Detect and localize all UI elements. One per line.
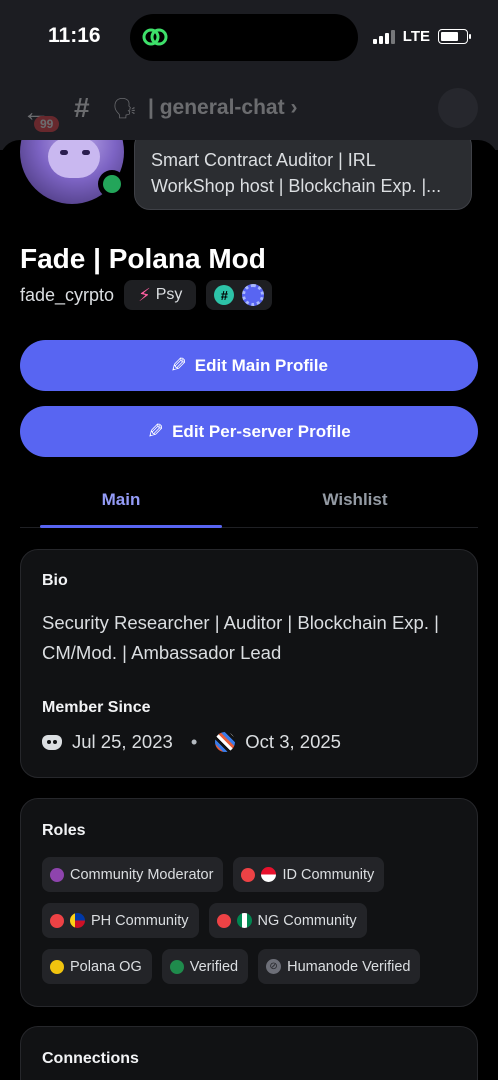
server-tag[interactable]: ⚡ Psy xyxy=(124,280,197,310)
bio-title: Bio xyxy=(42,572,68,589)
role-label: Polana OG xyxy=(70,958,142,975)
role-pill[interactable]: Community Moderator xyxy=(42,857,224,892)
edit-per-server-profile-button[interactable]: ✎ Edit Per-server Profile xyxy=(20,406,478,457)
active-tab-indicator xyxy=(40,525,222,528)
status-indicators: LTE xyxy=(372,28,471,45)
channel-name[interactable]: | general-chat › xyxy=(148,96,297,120)
tab-main[interactable]: Main xyxy=(20,490,222,510)
role-color-dot xyxy=(50,959,64,974)
link-activity-icon xyxy=(142,28,168,46)
profile-badges[interactable]: # xyxy=(206,280,273,310)
signal-icon xyxy=(372,29,395,44)
battery-icon xyxy=(438,29,471,44)
role-color-dot xyxy=(50,867,64,882)
server-tag-label: Psy xyxy=(155,286,183,303)
role-label: PH Community xyxy=(91,912,189,929)
bio-text: Security Researcher | Auditor | Blockcha… xyxy=(42,612,439,663)
discord-join-date: Jul 25, 2023 xyxy=(72,731,173,752)
profile-tabs: Main Wishlist xyxy=(20,476,478,528)
roles-title: Roles xyxy=(42,822,86,839)
role-pill[interactable]: PH Community xyxy=(42,903,199,938)
member-since-row: Jul 25, 2023 • Oct 3, 2025 xyxy=(42,731,341,753)
server-icon xyxy=(215,732,236,752)
role-label: Verified xyxy=(189,958,239,975)
edit-main-profile-button[interactable]: ✎ Edit Main Profile xyxy=(20,340,478,391)
nigeria-flag-icon xyxy=(236,913,252,928)
connections-title: Connections xyxy=(42,1050,139,1067)
role-color-dot xyxy=(169,959,184,974)
unread-badge: 99 xyxy=(34,116,60,132)
edit-per-server-profile-label: Edit Per-server Profile xyxy=(172,421,351,441)
role-pill[interactable]: Polana OG xyxy=(42,949,152,984)
gear-badge-icon[interactable] xyxy=(242,284,265,306)
humanode-icon: ⊘ xyxy=(266,959,282,974)
tab-wishlist[interactable]: Wishlist xyxy=(254,490,456,510)
display-name: Fade | Polana Mod xyxy=(20,243,266,274)
about-preview-bubble[interactable]: Smart Contract Auditor | IRL WorkShop ho… xyxy=(134,140,472,210)
lightning-icon: ⚡ xyxy=(138,284,151,305)
network-label: LTE xyxy=(402,28,430,45)
role-color-dot xyxy=(241,867,256,882)
server-join-date: Oct 3, 2025 xyxy=(245,731,341,752)
discord-icon xyxy=(42,734,62,750)
role-pill[interactable]: ⊘ Humanode Verified xyxy=(258,949,421,984)
role-pill[interactable]: NG Community xyxy=(208,903,367,938)
role-label: NG Community xyxy=(257,912,357,929)
roles-list: Community Moderator ID Community PH Comm… xyxy=(42,857,462,984)
role-label: Community Moderator xyxy=(70,866,214,883)
about-preview-line: WorkShop host | Blockchain Exp. |... xyxy=(151,176,442,196)
member-since-title: Member Since xyxy=(42,699,151,716)
role-pill[interactable]: ID Community xyxy=(233,857,385,892)
status-bar: 11:16 LTE ← 99 # 🗣 | general-chat › xyxy=(0,0,498,150)
username[interactable]: fade_cyrpto xyxy=(20,285,114,306)
pencil-icon: ✎ xyxy=(170,355,187,377)
role-label: Humanode Verified xyxy=(287,958,411,975)
status-time: 11:16 xyxy=(48,24,101,47)
search-icon[interactable] xyxy=(438,88,478,128)
chat-header: ← 99 # 🗣 | general-chat › xyxy=(0,88,498,132)
role-pill[interactable]: Verified xyxy=(161,949,249,984)
roles-card: Roles Community Moderator ID Community P… xyxy=(20,798,478,1007)
username-row: fade_cyrpto ⚡ Psy # xyxy=(20,280,273,310)
bio-card: Bio Security Researcher | Auditor | Bloc… xyxy=(20,549,478,778)
role-label: ID Community xyxy=(282,866,375,883)
profile-sheet: Smart Contract Auditor | IRL WorkShop ho… xyxy=(0,140,498,1080)
hash-badge-icon[interactable]: # xyxy=(214,285,235,305)
role-color-dot xyxy=(216,913,231,928)
philippines-flag-icon xyxy=(70,913,85,928)
edit-main-profile-label: Edit Main Profile xyxy=(194,355,328,375)
indonesia-flag-icon xyxy=(261,867,277,882)
online-status-icon xyxy=(98,170,126,198)
speaking-head-icon: 🗣 xyxy=(112,98,138,120)
about-preview-line: Smart Contract Auditor | IRL xyxy=(151,150,376,170)
channel-hash-icon: # xyxy=(74,92,90,123)
role-color-dot xyxy=(50,913,64,928)
pencil-icon: ✎ xyxy=(147,421,165,443)
connections-card: Connections xyxy=(20,1026,478,1080)
date-separator: • xyxy=(190,731,198,752)
